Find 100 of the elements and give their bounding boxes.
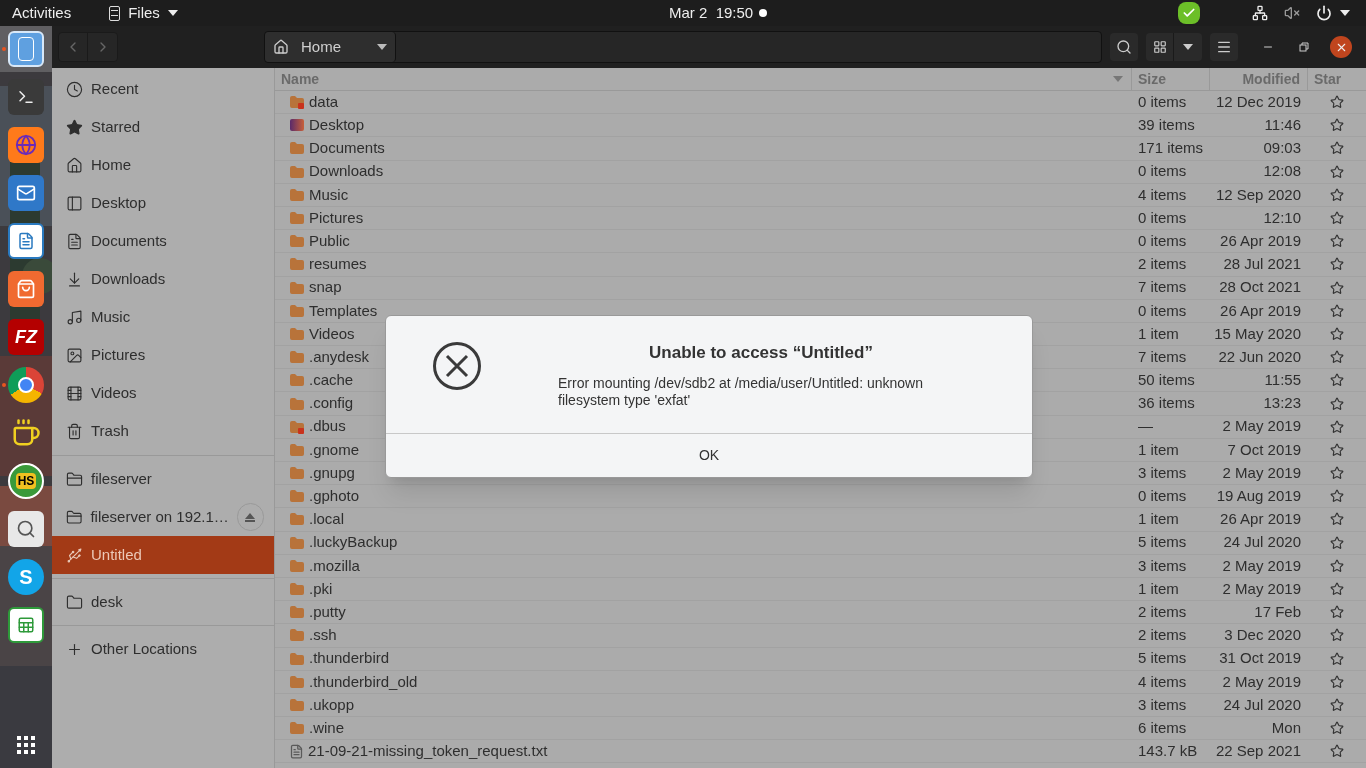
star-icon[interactable]: [1330, 674, 1344, 689]
terminal-icon[interactable]: [8, 79, 44, 115]
star-icon[interactable]: [1330, 651, 1344, 666]
ok-button[interactable]: OK: [386, 433, 1032, 477]
star-icon[interactable]: [1330, 211, 1344, 226]
sidebar-item[interactable]: Starred: [52, 108, 274, 146]
modified-cell-text: 09:03: [1262, 138, 1302, 159]
file-row[interactable]: Downloads 0 items 12:08: [275, 160, 1366, 184]
file-row[interactable]: .luckyBackup 5 items 24 Jul 2020: [275, 531, 1366, 555]
sidebar-item[interactable]: Documents: [52, 222, 274, 260]
app-grid-icon[interactable]: [17, 736, 35, 754]
file-row[interactable]: Music 4 items 12 Sep 2020: [275, 183, 1366, 207]
spreadsheet-icon[interactable]: [8, 607, 44, 643]
star-icon[interactable]: [1330, 326, 1344, 341]
star-icon[interactable]: [1330, 419, 1344, 434]
close-button[interactable]: [1330, 36, 1352, 58]
star-icon[interactable]: [1330, 95, 1344, 110]
folder-icon: [289, 442, 305, 457]
star-icon[interactable]: [1330, 373, 1344, 388]
star-icon[interactable]: [1330, 582, 1344, 597]
sidebar-item[interactable]: Videos: [52, 374, 274, 412]
star-icon[interactable]: [1330, 396, 1344, 411]
file-name: .thunderbird_old: [309, 671, 418, 692]
shopping-bag-icon[interactable]: [8, 271, 44, 307]
file-name: .ukopp: [309, 694, 355, 715]
star-icon[interactable]: [1330, 721, 1344, 736]
sidebar-item[interactable]: Recent: [52, 70, 274, 108]
sidebar-item[interactable]: Home: [52, 146, 274, 184]
file-name: .dbus: [309, 416, 346, 437]
star-icon[interactable]: [1330, 697, 1344, 712]
modified-cell-text: 15 May 2020: [1213, 323, 1302, 344]
size-cell-text: 7 items: [1137, 346, 1188, 367]
sidebar-item[interactable]: Trash: [52, 412, 274, 450]
activities-button[interactable]: Activities: [12, 1, 72, 25]
star-icon[interactable]: [1330, 350, 1344, 365]
clock[interactable]: Mar 2 19:50: [669, 1, 754, 25]
sidebar-item[interactable]: Music: [52, 298, 274, 336]
file-name: Downloads: [309, 161, 384, 182]
file-row[interactable]: .pki 1 item 2 May 2019: [275, 577, 1366, 602]
file-row[interactable]: Desktop 39 items 11:46: [275, 114, 1366, 138]
sidebar-item[interactable]: Desktop: [52, 184, 274, 222]
file-row[interactable]: snap 7 items 28 Oct 2021: [275, 276, 1366, 300]
search-button[interactable]: [1110, 33, 1138, 61]
star-icon[interactable]: [1330, 164, 1344, 179]
app-icon[interactable]: FZ: [8, 319, 44, 355]
star-icon[interactable]: [1330, 489, 1344, 504]
sidebar-item[interactable]: Pictures: [52, 336, 274, 374]
file-row[interactable]: .ukopp 3 items 24 Jul 2020: [275, 693, 1366, 718]
modified-cell-text: 19 Aug 2019: [1215, 486, 1302, 507]
file-row[interactable]: Public 0 items 26 Apr 2019: [275, 230, 1366, 254]
magnifier-icon[interactable]: [8, 511, 44, 547]
size-cell-text: 171 items: [1137, 138, 1205, 159]
star-icon[interactable]: [1330, 605, 1344, 620]
file-row[interactable]: .wine 6 items Mon: [275, 717, 1366, 741]
file-row[interactable]: Pictures 0 items 12:10: [275, 206, 1366, 231]
star-icon[interactable]: [1330, 744, 1344, 759]
star-icon[interactable]: [1330, 558, 1344, 573]
file-row[interactable]: 21-09-21-missing_token_request.txt 143.7 kB 22 Sep 2021: [275, 740, 1366, 764]
star-icon[interactable]: [1330, 280, 1344, 295]
file-row[interactable]: Documents 171 items 09:03: [275, 137, 1366, 161]
star-icon[interactable]: [1330, 303, 1344, 318]
trash-icon: [66, 422, 83, 440]
globe-icon[interactable]: [8, 127, 44, 163]
sidebar-item[interactable]: Untitled: [52, 536, 274, 574]
file-row[interactable]: .local 1 item 26 Apr 2019: [275, 508, 1366, 532]
sidebar-item[interactable]: desk: [52, 583, 274, 621]
star-icon[interactable]: [1330, 118, 1344, 133]
sidebar-item[interactable]: fileserver on 192.1…: [52, 498, 274, 536]
star-icon[interactable]: [1330, 628, 1344, 643]
star-icon[interactable]: [1330, 442, 1344, 457]
star-icon[interactable]: [1330, 257, 1344, 272]
path-button[interactable]: Home: [265, 32, 396, 62]
star-icon[interactable]: [1330, 141, 1344, 156]
sidebar-item[interactable]: Downloads: [52, 260, 274, 298]
document-icon[interactable]: [8, 223, 44, 259]
file-row[interactable]: resumes 2 items 28 Jul 2021: [275, 253, 1366, 277]
sidebar-item[interactable]: Other Locations: [52, 630, 274, 668]
file-row[interactable]: .thunderbird_old 4 items 2 May 2019: [275, 670, 1366, 694]
home-icon: [273, 39, 289, 55]
file-name: .anydesk: [309, 346, 370, 367]
sidebar-item[interactable]: fileserver: [52, 460, 274, 498]
file-row[interactable]: data 0 items 12 Dec 2019: [275, 91, 1366, 115]
star-icon[interactable]: [1330, 512, 1344, 527]
check-icon[interactable]: [1178, 2, 1200, 24]
file-row[interactable]: .gphoto 0 items 19 Aug 2019: [275, 485, 1366, 509]
file-row[interactable]: .mozilla 3 items 2 May 2019: [275, 554, 1366, 578]
file-row[interactable]: .thunderbird 5 items 31 Oct 2019: [275, 647, 1366, 671]
modified-cell-text: 2 May 2019: [1221, 416, 1302, 437]
menu-button[interactable]: [1210, 33, 1238, 61]
file-name: .local: [309, 509, 345, 530]
file-name: Public: [309, 230, 350, 251]
mail-icon[interactable]: [8, 175, 44, 211]
file-row[interactable]: .putty 2 items 17 Feb: [275, 601, 1366, 625]
app-menu[interactable]: Files: [109, 1, 178, 25]
file-row[interactable]: .ssh 2 items 3 Dec 2020: [275, 624, 1366, 648]
size-cell-text: 39 items: [1137, 115, 1196, 136]
star-icon[interactable]: [1330, 234, 1344, 249]
star-icon[interactable]: [1330, 466, 1344, 481]
star-icon[interactable]: [1330, 187, 1344, 202]
star-icon[interactable]: [1330, 535, 1344, 550]
